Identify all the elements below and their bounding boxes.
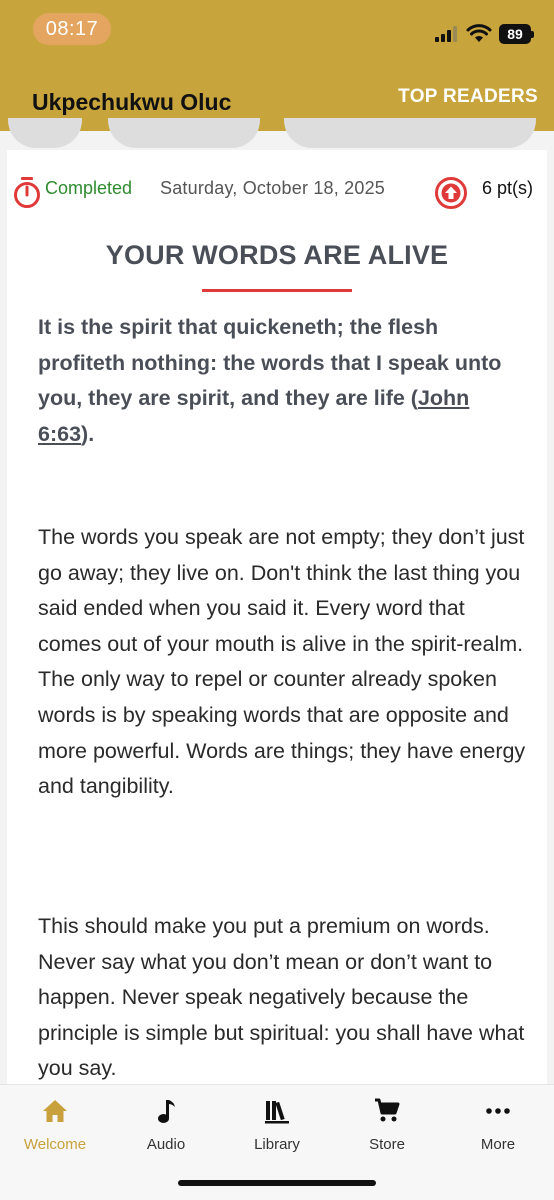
devotional-card: Completed Saturday, October 18, 2025 6 p… [7, 150, 547, 1084]
top-readers-button[interactable]: TOP READERS [398, 86, 538, 108]
library-icon [265, 1101, 289, 1124]
cart-icon [375, 1098, 400, 1122]
home-indicator[interactable] [178, 1180, 376, 1186]
devotional-meta: Completed Saturday, October 18, 2025 6 p… [7, 176, 547, 210]
wifi-icon [466, 24, 492, 42]
tab-more[interactable]: More [448, 1095, 548, 1153]
home-icon [43, 1100, 67, 1122]
cellular-signal-icon [435, 26, 459, 42]
upvote-icon[interactable] [434, 176, 468, 210]
tab-store[interactable]: Store [337, 1095, 437, 1153]
completed-status: Completed [45, 178, 133, 198]
body-paragraph: The words you speak are not empty; they … [38, 525, 526, 799]
tab-library[interactable]: Library [227, 1095, 327, 1153]
more-icon [486, 1108, 510, 1114]
tab-label: Audio [146, 1136, 186, 1153]
points-count: 6 pt(s) [482, 178, 534, 198]
music-note-icon [158, 1100, 175, 1123]
battery-icon: 89 [499, 24, 534, 44]
title-divider [202, 289, 352, 292]
scripture-end: ). [81, 421, 95, 446]
status-time: 08:17 [33, 13, 111, 45]
tab-label: Store [369, 1136, 405, 1153]
filter-chip[interactable] [284, 118, 536, 148]
tab-label: More [480, 1136, 516, 1153]
scripture-quote: It is the spirit that quickeneth; the fl… [38, 310, 518, 452]
stopwatch-icon [14, 177, 40, 208]
body-paragraph: This should make you put a premium on wo… [38, 914, 525, 1081]
devotional-date: Saturday, October 18, 2025 [160, 178, 386, 198]
devotional-title: YOUR WORDS ARE ALIVE [105, 240, 449, 270]
user-name[interactable]: Ukpechukwu Oluc [32, 89, 257, 116]
app-header: 08:17 89 Ukpechukwu Oluc TOP READERS [0, 0, 554, 131]
filter-chip[interactable] [108, 118, 260, 148]
tab-label: Welcome [23, 1136, 87, 1153]
tab-label: Library [254, 1136, 300, 1153]
tab-welcome[interactable]: Welcome [5, 1095, 105, 1153]
tab-audio[interactable]: Audio [116, 1095, 216, 1153]
